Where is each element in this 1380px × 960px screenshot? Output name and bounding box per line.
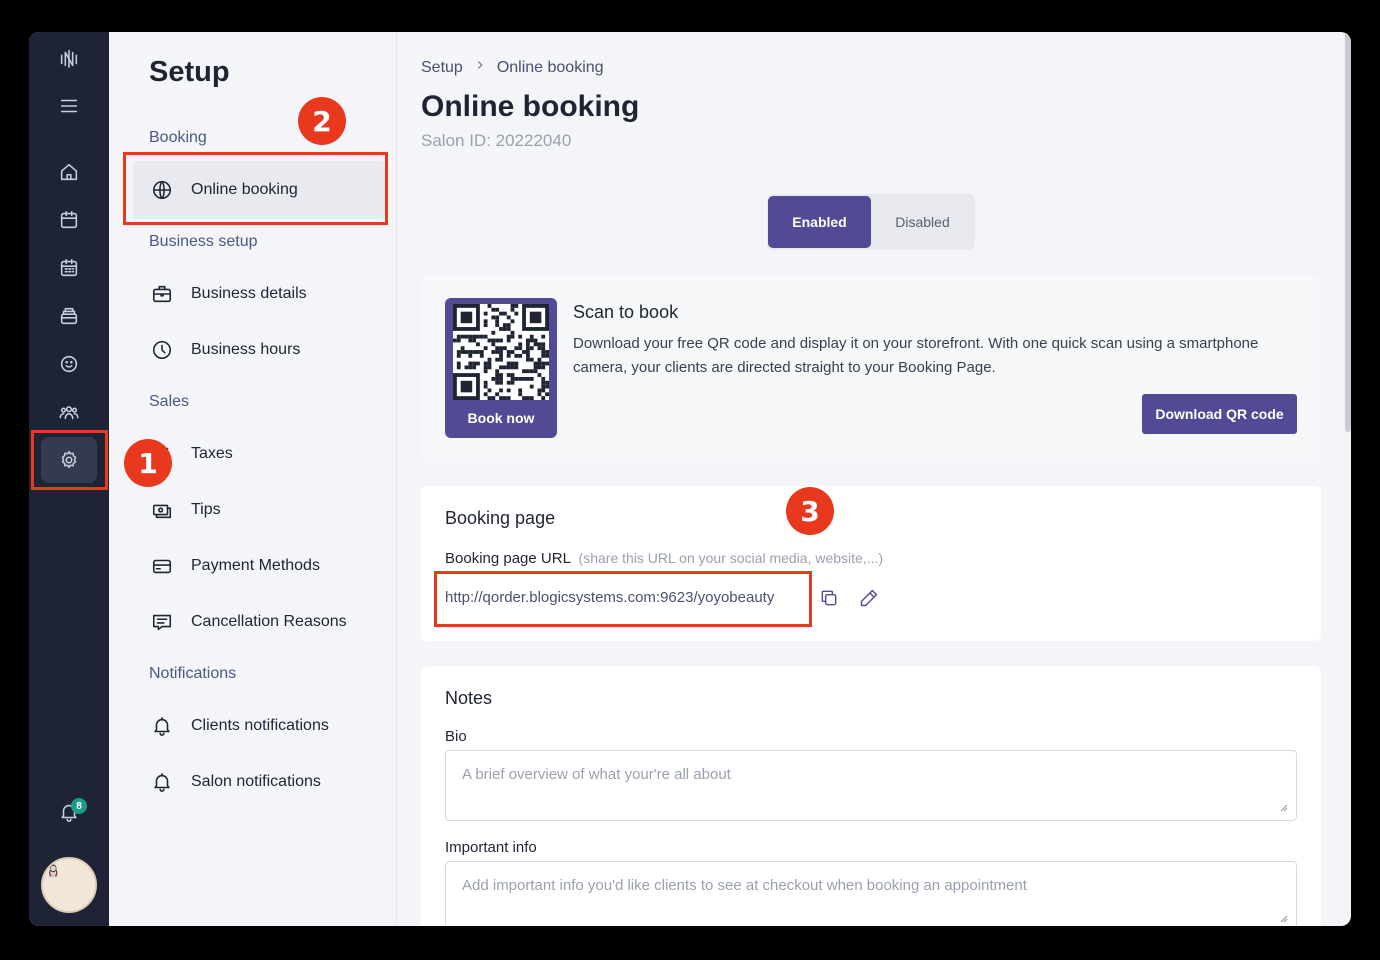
menu-item-tips[interactable]: Tips <box>133 481 385 539</box>
menu-item-clients-notifications[interactable]: Clients notifications <box>133 697 385 755</box>
menu-item-label: Payment Methods <box>191 557 320 574</box>
clock-icon <box>152 340 172 360</box>
menu-title: Setup <box>149 56 230 88</box>
breadcrumb: Setup Online booking <box>421 58 604 77</box>
section-booking: Booking <box>149 129 207 146</box>
notes-card: Notes Bio A brief overview of what your'… <box>421 666 1321 926</box>
bio-label: Bio <box>445 728 467 745</box>
menu-item-label: Cancellation Reasons <box>191 613 347 630</box>
scan-description: Download your free QR code and display i… <box>573 335 1259 376</box>
calendar-icon[interactable] <box>53 204 85 236</box>
breadcrumb-online-booking: Online booking <box>496 58 604 76</box>
menu-item-label: Business hours <box>191 341 301 358</box>
briefcase-icon <box>152 285 172 303</box>
important-info-placeholder: Add important info you'd like clients to… <box>462 877 1027 894</box>
enabled-button[interactable]: Enabled <box>768 196 871 248</box>
page-scrollbar[interactable] <box>1345 32 1351 432</box>
breadcrumb-setup[interactable]: Setup <box>421 59 463 77</box>
bell-icon <box>154 716 170 736</box>
clients-icon[interactable] <box>53 348 85 380</box>
section-sales: Sales <box>149 393 190 410</box>
bio-placeholder: A brief overview of what your're all abo… <box>462 766 731 783</box>
menu-item-salon-notifications[interactable]: Salon notifications <box>133 753 385 811</box>
home-icon[interactable] <box>53 156 85 188</box>
message-icon <box>152 614 172 631</box>
qr-label: Book now <box>467 410 535 426</box>
device-frame: 8 Setup Booking Online booking Business … <box>0 0 1380 960</box>
menu-icon[interactable] <box>53 90 85 122</box>
annotation-step-1: 1 <box>124 439 172 487</box>
edit-pencil-icon[interactable] <box>859 588 879 608</box>
menu-item-label: Tips <box>191 501 221 518</box>
menu-item-label: Clients notifications <box>191 717 329 734</box>
booking-status-toggle: Enabled Disabled <box>767 194 975 250</box>
url-label-text: Booking page URL <box>445 550 571 567</box>
menu-item-payment-methods[interactable]: Payment Methods <box>133 537 385 595</box>
bio-textarea[interactable]: A brief overview of what your're all abo… <box>445 750 1297 821</box>
url-label-hint: (share this URL on your social media, we… <box>578 550 884 566</box>
menu-item-label: Business details <box>191 285 307 302</box>
copy-icon[interactable] <box>819 588 839 608</box>
resize-handle-icon[interactable] <box>1278 913 1288 923</box>
section-business-setup: Business setup <box>149 233 258 250</box>
menu-item-business-details[interactable]: Business details <box>133 265 385 323</box>
menu-item-taxes[interactable]: Taxes <box>133 425 385 483</box>
scan-heading: Scan to book <box>573 302 679 322</box>
scan-to-book-card: Book now Scan to book Download your free… <box>421 276 1321 462</box>
annotation-box-booking-url <box>434 571 812 627</box>
important-info-textarea[interactable]: Add important info you'd like clients to… <box>445 861 1297 926</box>
booking-url-label: Booking page URL (share this URL on your… <box>445 550 883 567</box>
booking-page-heading: Booking page <box>445 508 556 528</box>
annotation-step-3: 3 <box>786 487 834 535</box>
menu-item-label: Salon notifications <box>191 773 321 790</box>
salon-id: Salon ID: 20222040 <box>421 131 572 150</box>
menu-item-business-hours[interactable]: Business hours <box>133 321 385 379</box>
bell-icon <box>154 772 170 792</box>
download-qr-button[interactable]: Download QR code <box>1142 394 1297 434</box>
disabled-button[interactable]: Disabled <box>871 196 974 248</box>
annotation-box-settings <box>31 430 108 490</box>
resize-handle-icon[interactable] <box>1278 802 1288 812</box>
avatar[interactable] <box>41 857 97 913</box>
main-content: Setup Online booking Online booking Salo… <box>397 32 1351 926</box>
menu-item-label: Taxes <box>191 445 233 462</box>
page-title: Online booking <box>421 90 640 123</box>
calendar-grid-icon[interactable] <box>53 252 85 284</box>
annotation-step-2: 2 <box>298 97 346 145</box>
cash-icon <box>152 504 172 519</box>
section-notifications: Notifications <box>149 665 237 682</box>
logo-icon[interactable] <box>53 42 85 74</box>
qr-code-icon <box>453 304 549 400</box>
menu-item-cancellation-reasons[interactable]: Cancellation Reasons <box>133 593 385 651</box>
chevron-right-icon <box>473 58 487 77</box>
inventory-icon[interactable] <box>53 300 85 332</box>
credit-card-icon <box>152 559 172 574</box>
notification-count-badge: 8 <box>71 798 87 814</box>
important-info-label: Important info <box>445 839 537 856</box>
qr-code-preview: Book now <box>445 298 557 438</box>
notes-heading: Notes <box>445 688 493 708</box>
team-icon[interactable] <box>53 396 85 428</box>
annotation-box-online-booking <box>123 152 388 225</box>
